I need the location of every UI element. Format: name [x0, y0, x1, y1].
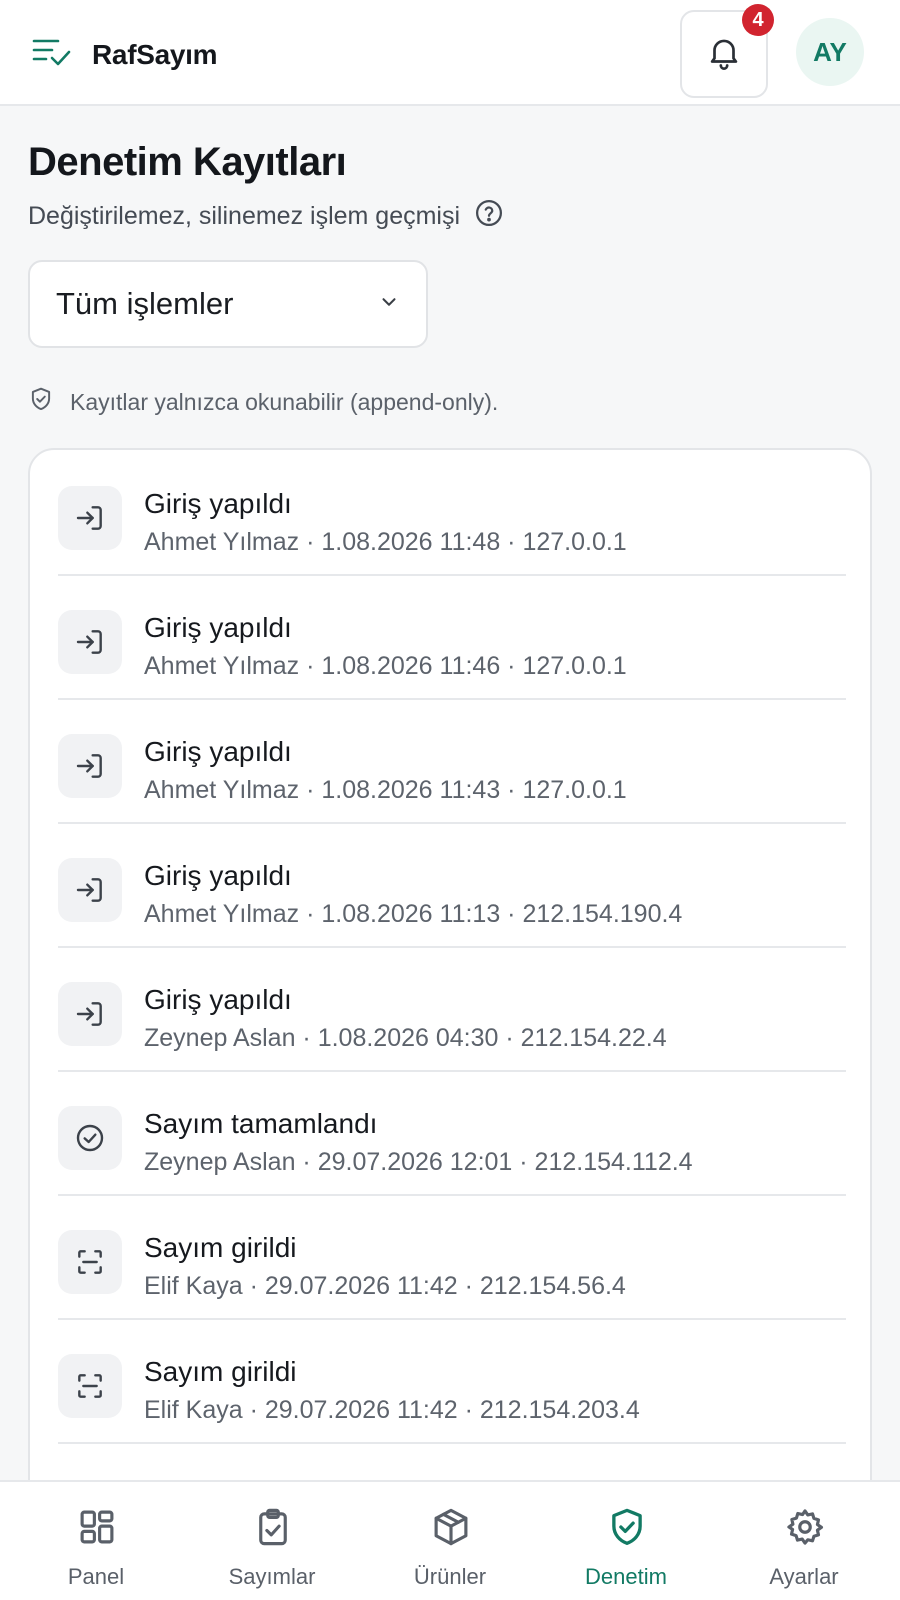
log-title: Giriş yapıldı — [144, 612, 292, 643]
scan-icon — [58, 1354, 122, 1418]
log-meta: Ahmet Yılmaz · 1.08.2026 11:13 · 212.154… — [144, 900, 683, 928]
log-row[interactable]: Sayım girildi Elif Kaya · 29.07.2026 11:… — [58, 1318, 846, 1444]
log-row[interactable]: Giriş yapıldı Ahmet Yılmaz · 1.08.2026 1… — [58, 822, 846, 948]
check-circle-icon — [58, 1106, 122, 1170]
log-meta: Zeynep Aslan · 29.07.2026 12:01 · 212.15… — [144, 1148, 693, 1176]
subtitle-text: Değiştirilemez, silinemez işlem geçmişi — [28, 202, 461, 230]
log-row[interactable]: Giriş yapıldı Ahmet Yılmaz · 1.08.2026 1… — [58, 698, 846, 824]
log-meta: Zeynep Aslan · 1.08.2026 04:30 · 212.154… — [144, 1024, 667, 1052]
nav-label: Sayımlar — [228, 1564, 316, 1589]
gear-icon — [787, 1509, 824, 1545]
filter-selected-value: Tüm işlemler — [56, 286, 234, 321]
page-title: Denetim Kayıtları — [28, 140, 347, 184]
shield-check-icon — [612, 1508, 642, 1545]
audit-log-list: Giriş yapıldı Ahmet Yılmaz · 1.08.2026 1… — [28, 448, 872, 1600]
log-title: Giriş yapıldı — [144, 860, 292, 891]
shield-icon — [28, 386, 70, 418]
nav-label: Denetim — [585, 1564, 667, 1589]
grid-icon — [80, 1510, 114, 1544]
log-meta: Elif Kaya · 29.07.2026 11:42 · 212.154.5… — [144, 1272, 626, 1300]
log-title: Giriş yapıldı — [144, 736, 292, 767]
bell-icon — [705, 33, 743, 76]
log-row[interactable]: Giriş yapıldı Ahmet Yılmaz · 1.08.2026 1… — [58, 450, 846, 576]
nav-label: Ürünler — [413, 1564, 487, 1589]
action-filter-select[interactable]: Tüm işlemler — [28, 260, 428, 348]
log-row[interactable]: Giriş yapıldı Zeynep Aslan · 1.08.2026 0… — [58, 946, 846, 1072]
nav-item-sayimlar[interactable]: Sayımlar — [184, 1482, 360, 1600]
scan-icon — [58, 1230, 122, 1294]
brand-name: RafSayım — [92, 38, 218, 70]
log-meta: Elif Kaya · 29.07.2026 11:42 · 212.154.2… — [144, 1396, 640, 1424]
notice-text: Kayıtlar yalnızca okunabilir (append-onl… — [70, 388, 499, 415]
login-icon — [58, 610, 122, 674]
nav-item-panel[interactable]: Panel — [8, 1482, 184, 1600]
login-icon — [58, 858, 122, 922]
log-title: Sayım girildi — [144, 1232, 297, 1263]
log-meta: Ahmet Yılmaz · 1.08.2026 11:48 · 127.0.0… — [144, 528, 627, 556]
log-meta: Ahmet Yılmaz · 1.08.2026 11:46 · 127.0.0… — [144, 652, 627, 680]
top-header: RafSayım 4 AY — [0, 0, 900, 106]
log-row[interactable]: Sayım girildi Elif Kaya · 29.07.2026 11:… — [58, 1194, 846, 1320]
log-row[interactable]: Sayım tamamlandı Zeynep Aslan · 29.07.20… — [58, 1070, 846, 1196]
nav-item-ayarlar[interactable]: Ayarlar — [716, 1482, 892, 1600]
nav-label: Panel — [67, 1564, 125, 1589]
log-title: Giriş yapıldı — [144, 488, 292, 519]
nav-item-denetim[interactable]: Denetim — [538, 1482, 714, 1600]
bottom-navigation: Panel Sayımlar Ürünler Denetim Ayarlar — [0, 1480, 900, 1600]
nav-label: Ayarlar — [769, 1564, 839, 1589]
read-only-notice: Kayıtlar yalnızca okunabilir (append-onl… — [28, 386, 498, 418]
login-icon — [58, 734, 122, 798]
login-icon — [58, 486, 122, 550]
log-title: Giriş yapıldı — [144, 984, 292, 1015]
help-icon[interactable] — [460, 198, 504, 235]
nav-item-urunler[interactable]: Ürünler — [362, 1482, 538, 1600]
brand[interactable]: RafSayım — [32, 36, 218, 73]
box-icon — [434, 1508, 468, 1546]
user-avatar[interactable]: AY — [796, 18, 864, 86]
log-meta: Ahmet Yılmaz · 1.08.2026 11:43 · 127.0.0… — [144, 776, 627, 804]
notification-count-badge: 4 — [742, 4, 774, 36]
login-icon — [58, 982, 122, 1046]
clipboard-check-icon — [259, 1508, 287, 1546]
chevron-down-icon — [378, 291, 400, 318]
page-subtitle: Değiştirilemez, silinemez işlem geçmişi — [28, 198, 504, 235]
logo-icon — [32, 36, 72, 73]
log-row[interactable]: Giriş yapıldı Ahmet Yılmaz · 1.08.2026 1… — [58, 574, 846, 700]
log-title: Sayım girildi — [144, 1356, 297, 1387]
log-title: Sayım tamamlandı — [144, 1108, 378, 1139]
